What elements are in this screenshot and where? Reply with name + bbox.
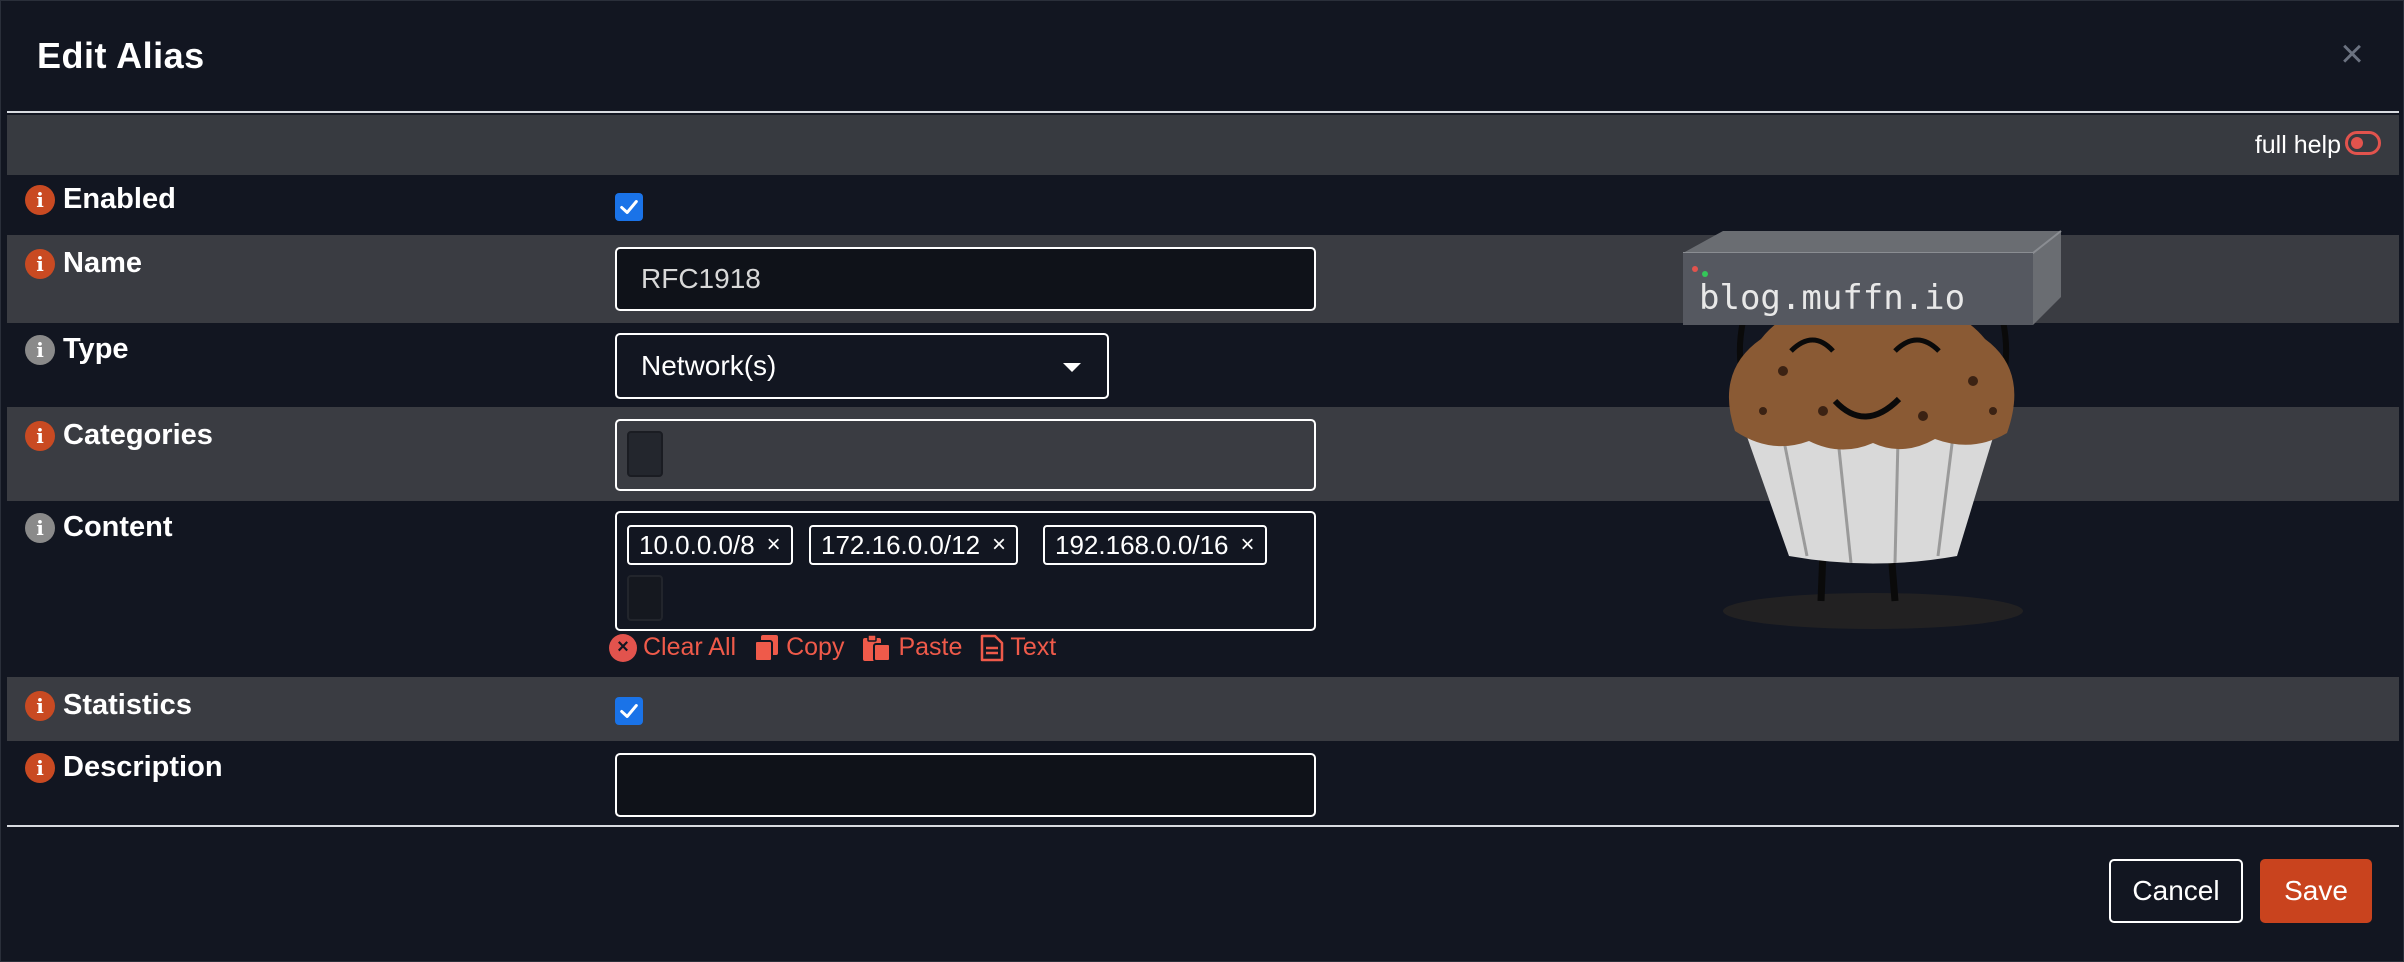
full-help-toggle[interactable] bbox=[2345, 131, 2381, 155]
type-select[interactable]: Network(s) bbox=[615, 333, 1109, 399]
content-tag-label: 172.16.0.0/12 bbox=[821, 529, 981, 560]
categories-label-group: i Categories bbox=[25, 419, 213, 452]
paste-label: Paste bbox=[898, 633, 963, 661]
content-tag: 172.16.0.0/12 × bbox=[809, 525, 1019, 565]
type-label-group: i Type bbox=[25, 333, 129, 366]
copy-label: Copy bbox=[786, 633, 845, 661]
row-statistics: i Statistics bbox=[7, 677, 2399, 741]
row-description: i Description bbox=[7, 741, 2399, 825]
checkmark-icon bbox=[620, 200, 638, 214]
info-icon[interactable]: i bbox=[25, 690, 55, 721]
info-icon[interactable]: i bbox=[25, 512, 55, 543]
copy-icon bbox=[754, 634, 780, 662]
content-label-group: i Content bbox=[25, 511, 173, 544]
categories-label: Categories bbox=[63, 419, 213, 451]
chevron-down-icon bbox=[1063, 363, 1081, 372]
clear-circle-icon: × bbox=[609, 633, 637, 662]
document-icon bbox=[980, 634, 1004, 662]
name-input[interactable]: RFC1918 bbox=[615, 247, 1316, 311]
name-label-group: i Name bbox=[25, 247, 142, 280]
muffin-mascot-image: blog.muffn.io bbox=[1683, 230, 2062, 629]
close-button[interactable]: × bbox=[2335, 34, 2369, 74]
clear-all-button[interactable]: × Clear All bbox=[609, 633, 736, 662]
description-input[interactable] bbox=[615, 753, 1316, 817]
remove-tag-icon[interactable]: × bbox=[1241, 531, 1255, 559]
statistics-label: Statistics bbox=[63, 689, 192, 721]
footer-divider bbox=[7, 825, 2399, 827]
content-actions: × Clear All Copy Paste Text bbox=[609, 633, 1074, 662]
paste-icon bbox=[862, 633, 892, 662]
text-button[interactable]: Text bbox=[980, 633, 1056, 662]
checkmark-icon bbox=[620, 704, 638, 718]
remove-tag-icon[interactable]: × bbox=[992, 531, 1006, 559]
paste-button[interactable]: Paste bbox=[862, 633, 962, 662]
edit-alias-modal: Edit Alias × full help i Enabled i Name … bbox=[0, 0, 2404, 962]
info-icon[interactable]: i bbox=[25, 184, 55, 215]
content-tag-label: 10.0.0.0/8 bbox=[639, 529, 755, 560]
enabled-checkbox[interactable] bbox=[615, 193, 643, 221]
info-icon[interactable]: i bbox=[25, 334, 55, 365]
help-bar: full help bbox=[7, 115, 2399, 175]
modal-header: Edit Alias × bbox=[7, 1, 2399, 113]
categories-input[interactable] bbox=[615, 419, 1316, 491]
clear-all-label: Clear All bbox=[643, 633, 737, 661]
content-label: Content bbox=[63, 511, 173, 543]
info-icon[interactable]: i bbox=[25, 752, 55, 783]
content-entry-box[interactable] bbox=[627, 575, 663, 621]
description-label-group: i Description bbox=[25, 751, 223, 784]
remove-tag-icon[interactable]: × bbox=[767, 531, 781, 559]
content-tag: 10.0.0.0/8 × bbox=[627, 525, 793, 565]
text-label: Text bbox=[1010, 633, 1057, 661]
content-tag-label: 192.168.0.0/16 bbox=[1055, 529, 1229, 560]
info-icon[interactable]: i bbox=[25, 420, 55, 451]
content-tag: 192.168.0.0/16 × bbox=[1043, 525, 1267, 565]
copy-button[interactable]: Copy bbox=[754, 633, 844, 662]
watermark-text: blog.muffn.io bbox=[1699, 278, 1965, 318]
content-tag-input[interactable]: 10.0.0.0/8 × 172.16.0.0/12 × 192.168.0.0… bbox=[615, 511, 1316, 631]
categories-entry-box[interactable] bbox=[627, 431, 663, 477]
statistics-checkbox[interactable] bbox=[615, 697, 643, 725]
statistics-label-group: i Statistics bbox=[25, 689, 192, 722]
cancel-button[interactable]: Cancel bbox=[2109, 859, 2243, 923]
muffin-mascot-watermark: blog.muffn.io bbox=[1673, 221, 2073, 641]
modal-title: Edit Alias bbox=[37, 35, 205, 76]
description-label: Description bbox=[63, 751, 223, 783]
type-select-value: Network(s) bbox=[641, 350, 777, 381]
full-help-label: full help bbox=[2254, 131, 2341, 159]
enabled-label: Enabled bbox=[63, 183, 176, 215]
info-icon[interactable]: i bbox=[25, 248, 55, 279]
name-label: Name bbox=[63, 247, 142, 279]
save-button[interactable]: Save bbox=[2260, 859, 2372, 923]
enabled-label-group: i Enabled bbox=[25, 183, 176, 216]
type-label: Type bbox=[63, 333, 129, 365]
